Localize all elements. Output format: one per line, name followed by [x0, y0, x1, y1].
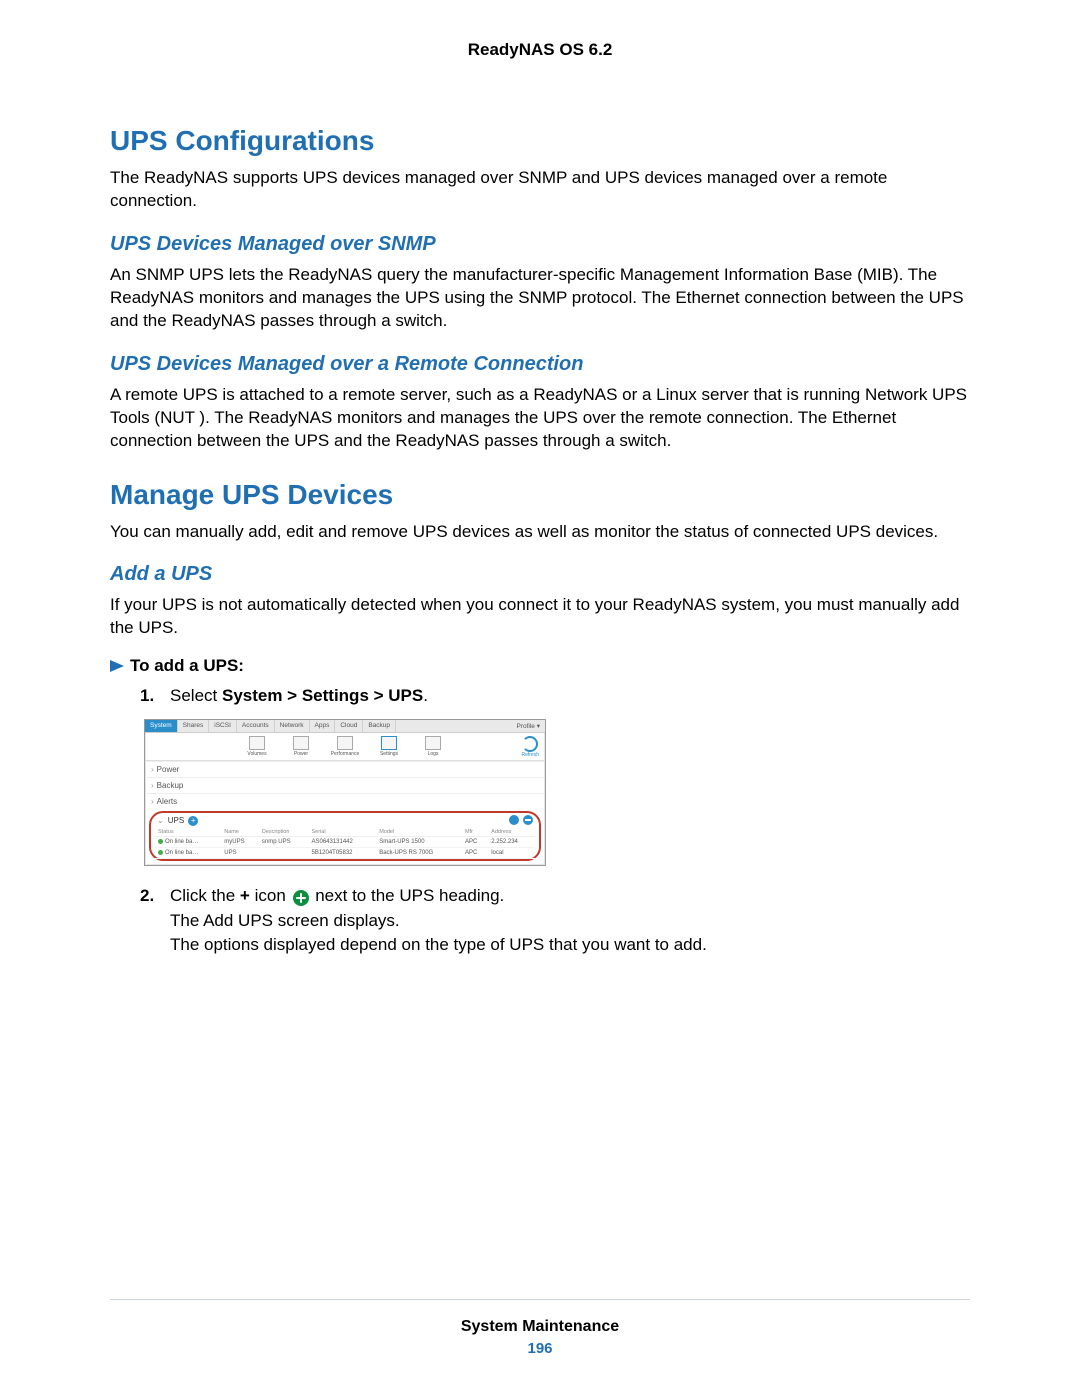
- section-alerts[interactable]: Alerts: [145, 793, 545, 809]
- ups-table: Status Name Description Serial Model Mfr…: [155, 828, 535, 859]
- tab-iscsi[interactable]: iSCSI: [209, 720, 237, 732]
- page-number: 196: [110, 1340, 970, 1357]
- heading-manage-ups: Manage UPS Devices: [110, 479, 970, 511]
- status-dot-icon: [158, 839, 163, 844]
- step-text: The options displayed depend on the type…: [170, 935, 707, 954]
- step-text: Select: [170, 686, 222, 705]
- step-text: next to the UPS heading.: [311, 886, 505, 905]
- paragraph: You can manually add, edit and remove UP…: [110, 521, 970, 544]
- refresh-icon: [522, 736, 538, 752]
- tab-network[interactable]: Network: [275, 720, 310, 732]
- step-text: Click the: [170, 886, 240, 905]
- tab-backup[interactable]: Backup: [363, 720, 396, 732]
- heading-snmp: UPS Devices Managed over SNMP: [110, 233, 970, 256]
- status-dot-icon: [158, 850, 163, 855]
- heading-remote: UPS Devices Managed over a Remote Connec…: [110, 353, 970, 376]
- divider: [110, 1299, 970, 1300]
- step-text: .: [423, 686, 428, 705]
- profile-menu[interactable]: Profile ▾: [512, 720, 546, 732]
- paragraph: An SNMP UPS lets the ReadyNAS query the …: [110, 264, 970, 333]
- step-1: 1. Select System > Settings > UPS.: [140, 684, 970, 709]
- toolbar: Volumes Power Performance Settings Logs …: [145, 733, 545, 761]
- remove-button[interactable]: [523, 815, 533, 825]
- procedure-title: To add a UPS:: [130, 656, 244, 676]
- step-text-bold: +: [240, 886, 250, 905]
- toolbar-settings[interactable]: Settings: [374, 736, 404, 757]
- toolbar-volumes[interactable]: Volumes: [242, 736, 272, 757]
- tab-cloud[interactable]: Cloud: [335, 720, 363, 732]
- power-icon: [293, 736, 309, 750]
- tab-apps[interactable]: Apps: [310, 720, 336, 732]
- step-number: 2.: [140, 884, 160, 909]
- nav-tabs: System Shares iSCSI Accounts Network App…: [145, 720, 545, 733]
- paragraph: If your UPS is not automatically detecte…: [110, 594, 970, 640]
- logs-icon: [425, 736, 441, 750]
- add-ups-button[interactable]: +: [188, 816, 198, 826]
- paragraph: A remote UPS is attached to a remote ser…: [110, 384, 970, 453]
- performance-icon: [337, 736, 353, 750]
- refresh-button[interactable]: Refresh: [521, 736, 539, 758]
- heading-ups-configurations: UPS Configurations: [110, 125, 970, 157]
- embedded-screenshot: System Shares iSCSI Accounts Network App…: [144, 719, 546, 866]
- ups-heading: UPS: [168, 816, 184, 825]
- table-row[interactable]: On line ba… myUPS snmp UPS AS0643131442 …: [155, 836, 535, 847]
- procedure-arrow-icon: [110, 660, 124, 672]
- tab-system[interactable]: System: [145, 720, 178, 732]
- plus-circle-icon: [293, 890, 309, 906]
- step-number: 1.: [140, 684, 160, 709]
- page-footer: System Maintenance 196: [110, 1299, 970, 1357]
- table-header-row: Status Name Description Serial Model Mfr…: [155, 828, 535, 837]
- paragraph: The ReadyNAS supports UPS devices manage…: [110, 167, 970, 213]
- table-row[interactable]: On line ba… UPS 5B1204T05832 Back-UPS RS…: [155, 848, 535, 859]
- step-text: The Add UPS screen displays.: [170, 911, 400, 930]
- section-backup[interactable]: Backup: [145, 777, 545, 793]
- step-text: icon: [250, 886, 291, 905]
- toolbar-power[interactable]: Power: [286, 736, 316, 757]
- settings-icon[interactable]: [509, 815, 519, 825]
- footer-section-title: System Maintenance: [110, 1318, 970, 1336]
- chevron-down-icon: ⌄: [157, 816, 164, 825]
- toolbar-performance[interactable]: Performance: [330, 736, 360, 757]
- tab-accounts[interactable]: Accounts: [237, 720, 275, 732]
- toolbar-logs[interactable]: Logs: [418, 736, 448, 757]
- volumes-icon: [249, 736, 265, 750]
- page-header: ReadyNAS OS 6.2: [110, 40, 970, 60]
- step-2: 2. Click the + icon next to the UPS head…: [140, 884, 970, 958]
- ups-section: ⌄ UPS + Status Name Description Serial M…: [149, 811, 541, 861]
- step-text-bold: System > Settings > UPS: [222, 686, 423, 705]
- settings-icon: [381, 736, 397, 750]
- section-power[interactable]: Power: [145, 761, 545, 777]
- tab-shares[interactable]: Shares: [178, 720, 210, 732]
- heading-add-ups: Add a UPS: [110, 563, 970, 586]
